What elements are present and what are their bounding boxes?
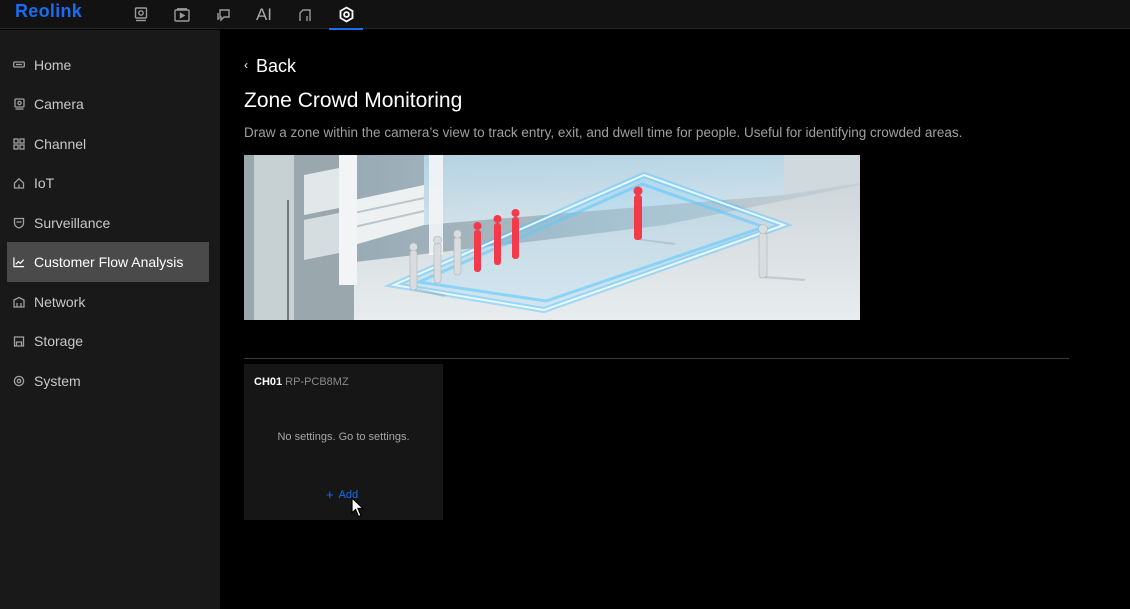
sidebar-item-label: Channel [34, 136, 87, 152]
channel-card-header: CH01 RP-PCB8MZ [254, 376, 349, 388]
ai-nav-button[interactable]: AI [247, 0, 281, 29]
camera-model: RP-PCB8MZ [285, 376, 349, 388]
playback-icon [174, 7, 190, 22]
file-corner-icon [299, 8, 311, 21]
sidebar-item-home[interactable]: Home [7, 45, 209, 85]
sidebar: Home Camera Channel IoT Surveillance Cus… [0, 30, 220, 609]
sidebar-item-camera[interactable]: Camera [7, 84, 209, 124]
chart-line-icon [13, 256, 25, 268]
system-gear-icon [13, 375, 25, 387]
storage-icon [13, 335, 25, 347]
home-icon [13, 59, 25, 71]
sidebar-item-label: Customer Flow Analysis [34, 254, 184, 270]
top-bar: Reolink AI [0, 0, 1130, 30]
grid-icon [13, 138, 25, 150]
playback-nav-button[interactable] [165, 0, 199, 29]
plus-icon: + [326, 487, 334, 502]
mouse-cursor-icon [351, 497, 365, 518]
sidebar-item-label: Surveillance [34, 215, 111, 231]
house-icon [13, 177, 25, 189]
network-icon [13, 296, 25, 308]
shield-icon [13, 217, 25, 229]
messages-nav-button[interactable] [206, 0, 240, 29]
chevron-left-icon: ‹ [244, 58, 248, 72]
sidebar-item-customer-flow-analysis[interactable]: Customer Flow Analysis [7, 242, 209, 282]
back-label: Back [256, 55, 297, 76]
gear-icon [339, 6, 353, 23]
ai-label: AI [255, 4, 273, 24]
sidebar-item-storage[interactable]: Storage [7, 321, 209, 361]
chat-icon [216, 8, 230, 22]
settings-nav-button[interactable] [329, 0, 363, 30]
sidebar-item-label: System [34, 373, 81, 389]
sidebar-item-label: Home [34, 57, 72, 73]
sidebar-item-label: Storage [34, 333, 84, 349]
zone-illustration-image [244, 155, 860, 320]
sidebar-item-network[interactable]: Network [7, 282, 209, 322]
page-description: Draw a zone within the camera’s view to … [244, 125, 963, 140]
sidebar-item-label: Network [34, 294, 86, 310]
live-view-nav-button[interactable] [124, 0, 158, 29]
channel-card: CH01 RP-PCB8MZ No settings. Go to setting… [244, 364, 443, 520]
reolink-logo[interactable]: Reolink [15, 1, 82, 22]
sidebar-item-label: Camera [34, 96, 84, 112]
camera-square-icon [134, 7, 148, 22]
sidebar-item-iot[interactable]: IoT [7, 163, 209, 203]
files-nav-button[interactable] [288, 0, 322, 29]
channel-id: CH01 [254, 376, 283, 388]
sidebar-item-label: IoT [34, 175, 55, 191]
back-button[interactable]: ‹ Back [244, 55, 296, 77]
section-divider [244, 358, 1069, 359]
sidebar-item-surveillance[interactable]: Surveillance [7, 203, 209, 243]
sidebar-item-system[interactable]: System [7, 361, 209, 401]
empty-state-message: No settings. Go to settings. [277, 431, 410, 443]
page-title: Zone Crowd Monitoring [244, 89, 463, 112]
sidebar-item-channel[interactable]: Channel [7, 124, 209, 164]
camera-icon [13, 98, 25, 110]
